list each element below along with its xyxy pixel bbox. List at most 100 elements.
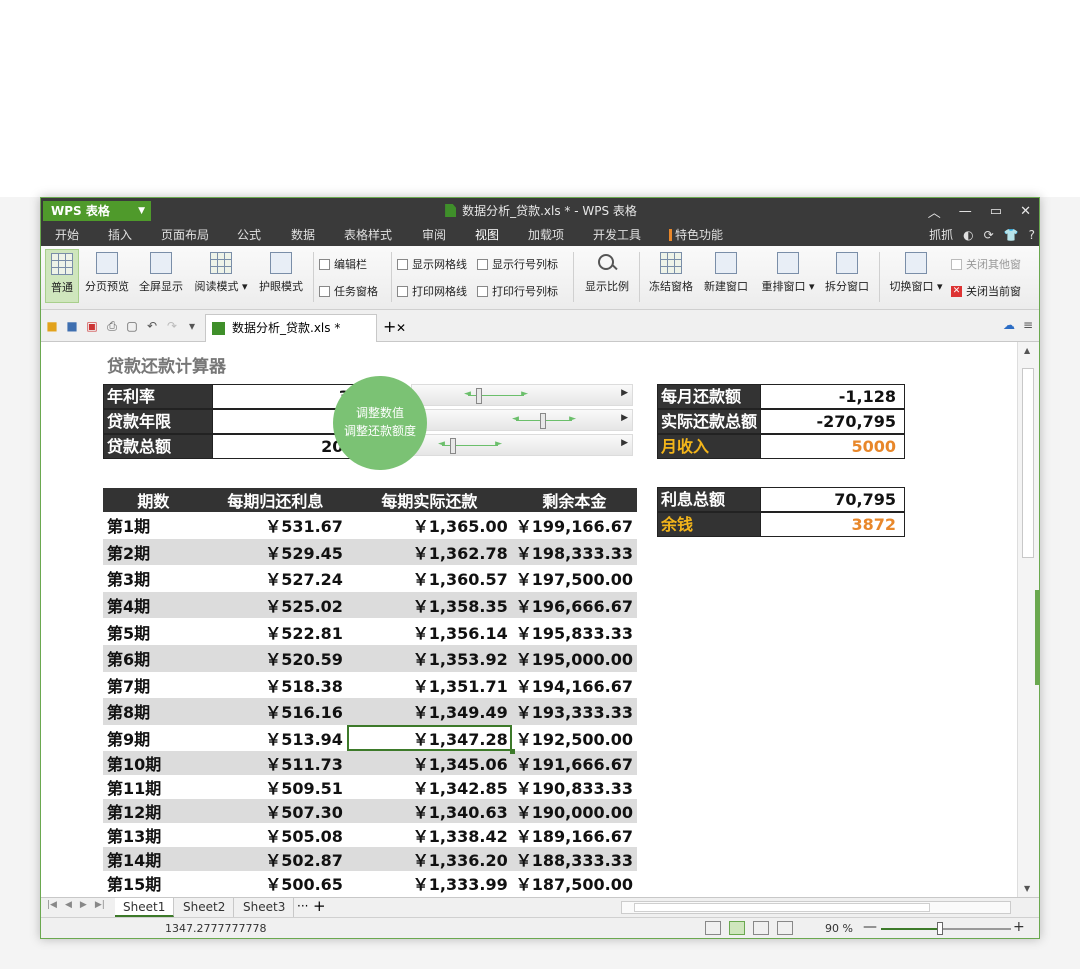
amount-cell[interactable]: ￥511.73 <box>203 751 347 776</box>
period-cell[interactable]: 第8期 <box>103 698 204 725</box>
summary-value[interactable]: 70,795 <box>760 488 904 511</box>
slider-arrow-right-icon[interactable]: ▶ <box>621 413 628 423</box>
tab-view[interactable]: 视图 <box>475 224 500 248</box>
table-row[interactable]: 第9期 ￥513.94 ￥1,347.28 ￥192,500.00 <box>103 724 637 754</box>
slider-knob[interactable] <box>450 438 456 454</box>
amount-cell[interactable]: ￥507.30 <box>203 799 347 824</box>
close-icon[interactable]: ✕ <box>1020 204 1031 219</box>
period-cell[interactable]: 第7期 <box>103 672 204 699</box>
rate-slider[interactable]: ▶ <box>411 384 633 406</box>
amount-cell[interactable]: ￥1,345.06 <box>346 751 512 776</box>
save-status-icon[interactable] <box>705 921 721 935</box>
normal-view-button[interactable]: 普通 <box>45 249 79 303</box>
normal-view-icon[interactable] <box>729 921 745 935</box>
period-cell[interactable]: 第13期 <box>103 823 204 847</box>
summary-value[interactable]: 3872 <box>760 513 904 536</box>
new-tab-button[interactable]: + <box>383 314 396 340</box>
print-gridlines-checkbox[interactable]: 打印网格线 <box>397 283 467 299</box>
add-sheet-button[interactable]: + <box>313 897 326 915</box>
tab-options-icon[interactable]: ≡ <box>1023 318 1033 332</box>
table-row[interactable]: 第10期 ￥511.73 ￥1,345.06 ￥191,666.67 <box>103 751 637 776</box>
table-row[interactable]: 第15期 ￥500.65 ￥1,333.99 ￥187,500.00 <box>103 871 637 895</box>
amount-cell[interactable]: ￥522.81 <box>204 618 347 645</box>
sheet-tab-sheet1[interactable]: Sheet1 <box>115 898 175 917</box>
prev-sheet-icon[interactable]: ◀ <box>65 900 72 910</box>
table-row[interactable]: 第11期 ￥509.51 ￥1,342.85 ￥190,833.33 <box>103 775 637 799</box>
amount-cell[interactable]: ￥187,500.00 <box>512 871 637 895</box>
table-row[interactable]: 第5期 ￥522.81 ￥1,356.14 ￥195,833.33 <box>103 618 637 645</box>
amount-cell[interactable]: ￥527.24 <box>204 565 347 592</box>
skin-icon[interactable]: ◐ <box>963 224 973 246</box>
amount-cell[interactable]: ￥1,333.99 <box>347 871 512 895</box>
summary-total-interest[interactable]: 利息总额 70,795 <box>657 487 905 512</box>
refresh-icon[interactable]: ⟳ <box>984 224 994 246</box>
tab-developer[interactable]: 开发工具 <box>593 224 641 246</box>
amount-cell[interactable]: ￥1,353.92 <box>346 644 512 672</box>
print-headings-checkbox[interactable]: 打印行号列标 <box>477 283 558 299</box>
scrollbar-thumb[interactable] <box>634 903 930 912</box>
result-monthly-income[interactable]: 月收入 5000 <box>657 434 905 459</box>
years-slider[interactable]: ▶ <box>411 409 633 431</box>
table-row[interactable]: 第6期 ￥520.59 ￥1,353.92 ￥195,000.00 <box>103 644 637 672</box>
amount-cell[interactable]: ￥196,666.67 <box>511 591 637 619</box>
amount-cell[interactable]: ￥193,333.33 <box>511 698 637 725</box>
slider-arrow-right-icon[interactable]: ▶ <box>621 388 628 398</box>
table-row[interactable]: 第2期 ￥529.45 ￥1,362.78 ￥198,333.33 <box>103 538 637 566</box>
next-sheet-icon[interactable]: ▶ <box>80 900 87 910</box>
show-gridlines-checkbox[interactable]: 显示网格线 <box>397 256 467 272</box>
amount-cell[interactable]: ￥1,340.63 <box>346 799 512 824</box>
collapse-ribbon-icon[interactable]: ︿ <box>928 202 941 221</box>
amount-cell[interactable]: ￥1,362.78 <box>346 538 512 566</box>
amount-cell[interactable]: ￥194,166.67 <box>512 672 637 699</box>
amount-cell[interactable]: ￥190,000.00 <box>511 799 637 824</box>
column-header[interactable]: 每期实际还款 <box>346 488 512 512</box>
grab-tool-button[interactable]: 抓抓 <box>929 224 953 246</box>
maximize-icon[interactable]: ▭ <box>990 204 1002 219</box>
column-header[interactable]: 每期归还利息 <box>203 488 347 512</box>
close-other-windows-button[interactable]: 关闭其他窗 <box>951 256 1021 272</box>
amount-cell[interactable]: ￥195,000.00 <box>511 644 637 672</box>
period-cell[interactable]: 第1期 <box>103 512 204 539</box>
table-row[interactable]: 第3期 ￥527.24 ￥1,360.57 ￥197,500.00 <box>103 565 637 592</box>
amount-cell[interactable]: ￥509.51 <box>204 775 347 799</box>
table-row[interactable]: 第14期 ￥502.87 ￥1,336.20 ￥188,333.33 <box>103 847 637 872</box>
period-cell[interactable]: 第15期 <box>103 871 204 895</box>
slider-knob[interactable] <box>476 388 482 404</box>
amount-cell[interactable]: ￥500.65 <box>204 871 347 895</box>
amount-cell[interactable]: ￥1,336.20 <box>346 847 512 872</box>
amount-cell[interactable]: ￥192,500.00 <box>512 725 637 752</box>
amount-cell[interactable]: ￥1,349.49 <box>346 698 512 725</box>
amount-slider[interactable]: ▶ <box>411 434 633 456</box>
switch-window-button[interactable]: 切换窗口 ▾ <box>887 252 945 294</box>
scrollbar-thumb[interactable] <box>1022 368 1034 558</box>
table-row[interactable]: 第13期 ￥505.08 ￥1,338.42 ￥189,166.67 <box>103 823 637 847</box>
amount-cell[interactable]: ￥188,333.33 <box>511 847 637 872</box>
summary-remaining-money[interactable]: 余钱 3872 <box>657 512 905 537</box>
slider-knob[interactable] <box>540 413 546 429</box>
amount-cell[interactable]: ￥1,347.28 <box>346 724 515 754</box>
result-value[interactable]: 5000 <box>760 435 904 458</box>
first-sheet-icon[interactable]: |◀ <box>47 900 57 910</box>
amount-cell[interactable]: ￥531.67 <box>204 512 347 539</box>
zoom-slider[interactable] <box>881 922 1011 935</box>
scroll-down-icon[interactable]: ▼ <box>1024 884 1030 893</box>
result-value[interactable]: -1,128 <box>760 385 904 408</box>
help-icon[interactable]: ? <box>1029 224 1035 246</box>
tab-special-features[interactable]: 特色功能 <box>669 224 723 246</box>
page-break-icon[interactable] <box>753 921 769 935</box>
amount-cell[interactable]: ￥189,166.67 <box>512 823 637 847</box>
print-preview-icon[interactable]: ▢ <box>125 319 139 333</box>
close-current-window-button[interactable]: ✕ 关闭当前窗 <box>951 283 1021 299</box>
period-cell[interactable]: 第9期 <box>103 725 204 752</box>
period-cell[interactable]: 第5期 <box>103 618 204 645</box>
fullscreen-button[interactable]: 全屏显示 <box>137 252 185 294</box>
period-cell[interactable]: 第14期 <box>103 847 204 872</box>
amount-cell[interactable]: ￥199,166.67 <box>512 512 637 539</box>
table-row[interactable]: 第1期 ￥531.67 ￥1,365.00 ￥199,166.67 <box>103 512 637 539</box>
amount-cell[interactable]: ￥1,351.71 <box>347 672 512 699</box>
minimize-icon[interactable]: — <box>959 204 972 219</box>
open-folder-icon[interactable]: ■ <box>45 319 59 333</box>
tab-insert[interactable]: 插入 <box>108 224 132 246</box>
undo-icon[interactable]: ↶ <box>145 319 159 333</box>
amount-cell[interactable]: ￥1,358.35 <box>346 591 512 619</box>
